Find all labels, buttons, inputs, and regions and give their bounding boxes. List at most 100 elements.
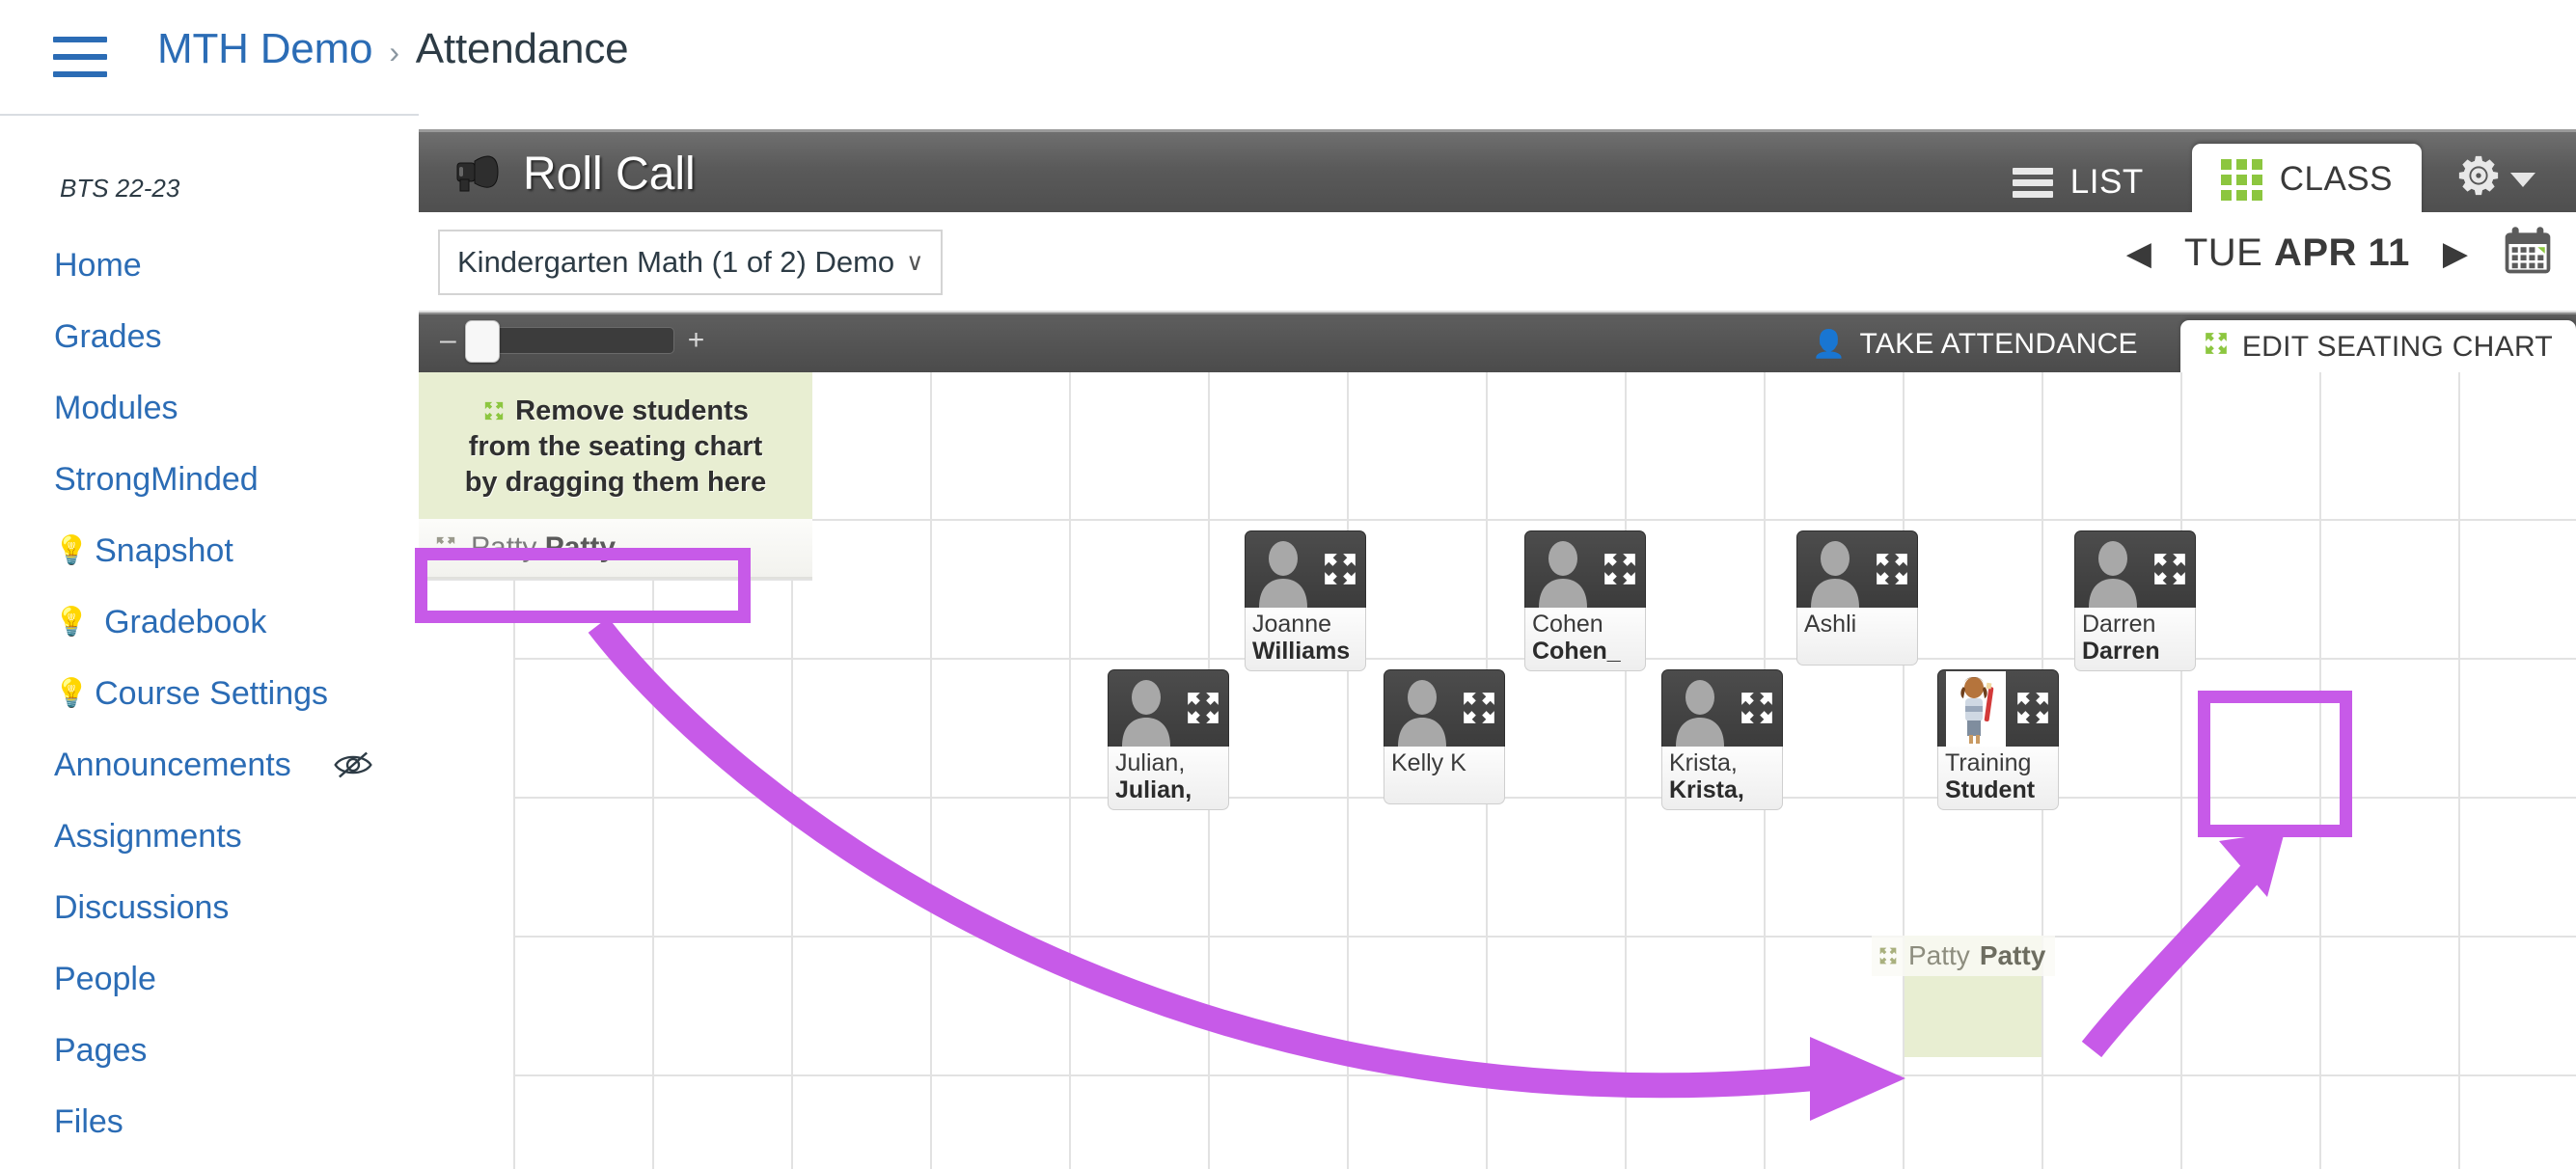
course-nav-list: Home Grades Modules StrongMinded 💡 Snaps…	[0, 230, 419, 1157]
edit-seating-chart-button[interactable]: EDIT SEATING CHART	[2179, 320, 2576, 374]
lightbulb-icon: 💡	[54, 534, 90, 566]
roll-call-logo: Roll Call	[453, 148, 696, 201]
roll-call-panel: Roll Call LIST CLASS Kindergarten Math (…	[419, 129, 2576, 1169]
sidebar-item-home[interactable]: Home	[0, 230, 419, 301]
course-select-value: Kindergarten Math (1 of 2) Demo	[457, 245, 895, 279]
sidebar-item-assignments[interactable]: Assignments	[0, 801, 419, 872]
student-name: Joanne Williams	[1245, 608, 1366, 671]
unseated-first-name: Patty	[471, 531, 537, 563]
tab-class[interactable]: CLASS	[2191, 144, 2422, 215]
sidebar-item-people[interactable]: People	[0, 943, 419, 1015]
roll-call-header: Roll Call LIST CLASS	[419, 129, 2576, 215]
student-card-ashli[interactable]: Ashli	[1796, 530, 1918, 666]
sidebar-item-discussions[interactable]: Discussions	[0, 872, 419, 943]
student-card-training-student[interactable]: Training Student	[1937, 669, 2059, 810]
zoom-track[interactable]	[464, 320, 674, 363]
edit-seating-chart-label: EDIT SEATING CHART	[2241, 331, 2553, 363]
expand-icon	[1741, 693, 1772, 723]
expand-icon	[1604, 554, 1635, 584]
grid-vline	[2180, 372, 2182, 1169]
student-card-julian-julian[interactable]: Julian, Julian,	[1108, 669, 1229, 810]
next-day-button[interactable]: ▶	[2443, 237, 2468, 270]
sidebar-item-gradebook[interactable]: 💡 Gradebook	[0, 586, 419, 658]
student-name: Krista, Krista,	[1661, 747, 1783, 810]
student-last-name: Julian,	[1115, 776, 1192, 803]
sidebar-item-pages[interactable]: Pages	[0, 1015, 419, 1086]
tab-list[interactable]: LIST	[1991, 150, 2167, 215]
sidebar-item-files[interactable]: Files	[0, 1086, 419, 1157]
student-photo	[2074, 530, 2196, 608]
take-attendance-label: TAKE ATTENDANCE	[1859, 328, 2138, 360]
breadcrumb-course-link[interactable]: MTH Demo	[157, 25, 373, 73]
avatar-silhouette-icon	[1539, 541, 1587, 608]
sidebar-item-grades[interactable]: Grades	[0, 301, 419, 372]
student-name: Darren Darren	[2074, 608, 2196, 671]
course-sidebar: BTS 22-23 Home Grades Modules StrongMind…	[0, 114, 419, 1169]
sidebar-item-label: Snapshot	[95, 531, 233, 569]
grid-vline	[1625, 372, 1627, 1169]
student-first-name: Joanne	[1252, 611, 1332, 638]
previous-day-button[interactable]: ◀	[2126, 237, 2151, 270]
breadcrumb-current-page: Attendance	[415, 25, 629, 72]
student-card-joanne-williams[interactable]: Joanne Williams	[1245, 530, 1366, 671]
move-icon	[482, 395, 506, 421]
zoom-thumb[interactable]	[464, 320, 500, 363]
sidebar-item-snapshot[interactable]: 💡 Snapshot	[0, 515, 419, 586]
sidebar-item-label: Announcements	[54, 746, 291, 783]
settings-menu-button[interactable]	[2456, 153, 2535, 203]
tab-list-label: LIST	[2069, 163, 2144, 201]
student-last-name: Student	[1945, 776, 2036, 803]
student-first-name: Krista,	[1669, 749, 1738, 776]
student-name: Training Student	[1937, 747, 2059, 810]
course-select[interactable]: Kindergarten Math (1 of 2) Demo ∨	[438, 230, 944, 295]
seating-chart-grid[interactable]: Remove students from the seating chart b…	[419, 372, 2576, 1169]
take-attendance-button[interactable]: 👤 TAKE ATTENDANCE	[1787, 314, 2163, 374]
seating-chart-toolbar: – + 👤 TAKE ATTENDANCE EDIT SEATING CHART	[419, 313, 2576, 374]
student-name: Ashli	[1796, 608, 1918, 666]
drop-preview-last-name: Patty	[1979, 940, 2046, 970]
remove-students-label: Remove students from the seating chart b…	[452, 394, 780, 501]
student-name: Julian, Julian,	[1108, 747, 1229, 810]
sidebar-item-course-settings[interactable]: 💡 Course Settings	[0, 658, 419, 729]
lightbulb-icon: 💡	[54, 677, 90, 709]
zoom-slider[interactable]: – +	[440, 320, 705, 363]
expand-icon	[1325, 554, 1356, 584]
eye-slash-icon	[334, 750, 372, 779]
remove-students-text: Remove students from the seating chart b…	[464, 395, 767, 499]
grid-hline	[513, 1074, 2576, 1076]
unseated-student-patty[interactable]: Patty Patty	[419, 519, 812, 579]
sidebar-item-label: StrongMinded	[54, 460, 259, 498]
grid-vline	[930, 372, 932, 1169]
student-first-name: Training	[1945, 749, 2032, 776]
student-card-kelly-k[interactable]: Kelly K	[1384, 669, 1505, 804]
student-photo	[1796, 530, 1918, 608]
zoom-in-button[interactable]: +	[688, 326, 705, 355]
hamburger-bar-1	[53, 37, 107, 42]
sidebar-item-label: Grades	[54, 317, 162, 355]
avatar-silhouette-icon	[1676, 680, 1724, 747]
move-icon	[434, 535, 457, 561]
student-first-name: Darren	[2082, 611, 2156, 638]
move-icon	[1879, 947, 1897, 965]
student-card-cohen-cohen[interactable]: Cohen Cohen_	[1524, 530, 1646, 671]
breadcrumb: MTH Demo › Attendance	[157, 25, 629, 73]
top-breadcrumb-bar: MTH Demo › Attendance	[0, 0, 2576, 114]
hamburger-icon[interactable]	[53, 37, 107, 77]
roll-call-view-tabs: LIST CLASS	[1991, 132, 2422, 215]
sidebar-item-modules[interactable]: Modules	[0, 372, 419, 444]
student-card-darren-darren[interactable]: Darren Darren	[2074, 530, 2196, 671]
zoom-out-button[interactable]: –	[440, 326, 456, 355]
sidebar-item-strongminded[interactable]: StrongMinded	[0, 444, 419, 515]
sidebar-item-announcements[interactable]: Announcements	[0, 729, 419, 801]
grid-hline	[513, 519, 2576, 521]
sidebar-item-label: Gradebook	[104, 603, 267, 640]
avatar-silhouette-icon	[2089, 541, 2137, 608]
expand-icon	[1464, 693, 1494, 723]
student-card-krista-krista[interactable]: Krista, Krista,	[1661, 669, 1783, 810]
remove-students-dropzone[interactable]: Remove students from the seating chart b…	[419, 372, 812, 519]
avatar-silhouette-icon	[1811, 541, 1859, 608]
roll-call-subbar: Kindergarten Math (1 of 2) Demo ∨ ◀ TUE …	[419, 212, 2576, 313]
seat-drop-preview-patty[interactable]: Patty Patty	[1872, 936, 2056, 1057]
hamburger-bar-2	[53, 54, 107, 60]
calendar-icon[interactable]	[2501, 224, 2555, 283]
